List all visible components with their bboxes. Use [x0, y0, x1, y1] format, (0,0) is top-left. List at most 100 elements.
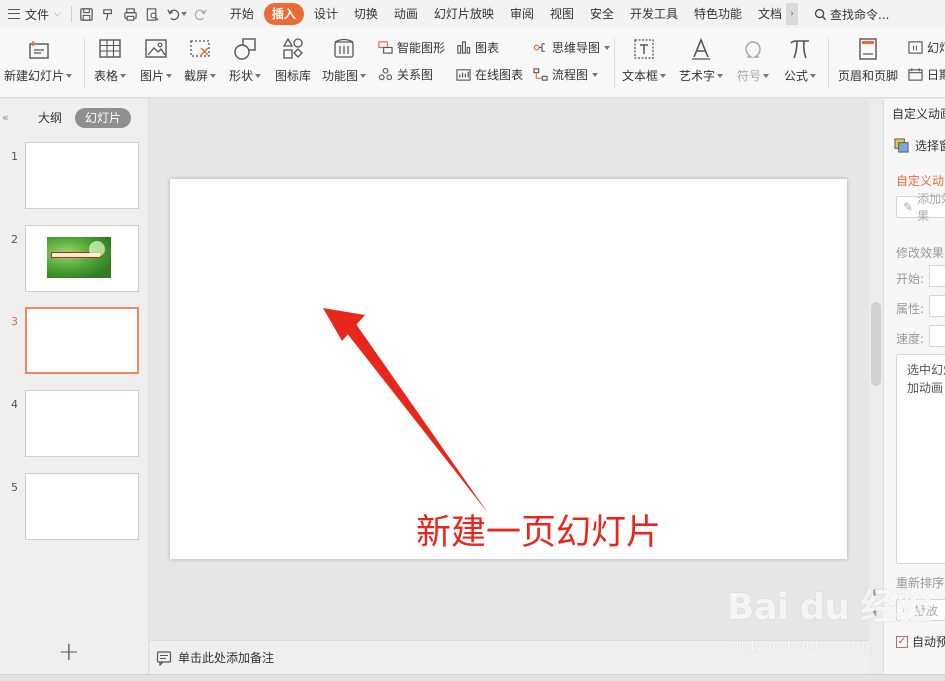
screenshot-button[interactable]: 截屏	[184, 36, 217, 84]
shape-button[interactable]: 形状	[229, 36, 262, 84]
speed-dropdown[interactable]	[929, 325, 945, 347]
format-painter-button[interactable]	[98, 3, 120, 25]
textbox-button[interactable]: 文本框	[622, 36, 667, 84]
header-footer-icon	[859, 38, 877, 60]
add-slide-button[interactable]: +	[58, 639, 80, 665]
tab-design[interactable]: 设计	[306, 3, 346, 25]
slide-number: 5	[11, 481, 18, 494]
wordart-button[interactable]: 艺术字	[679, 36, 724, 84]
new-slide-button[interactable]: 新建幻灯片	[4, 36, 73, 84]
tab-outline[interactable]: 大纲	[28, 108, 72, 128]
tab-insert[interactable]: 插入	[263, 3, 304, 25]
select-pane-button[interactable]: 选择窗格	[894, 137, 945, 154]
shape-label: 形状	[229, 69, 254, 83]
chevron-down-icon	[360, 73, 367, 78]
chevron-down-icon	[763, 73, 770, 78]
slide-panel: « 大纲 幻灯片 1 2 3 4 5 +	[0, 99, 149, 674]
tab-view[interactable]: 视图	[542, 3, 582, 25]
function-chart-button[interactable]: 功能图	[322, 36, 367, 84]
symbol-label: 符号	[737, 69, 762, 83]
menu-bar: 文件 ⌵ 开始 插入 设计 切换 动画 幻灯片放映 审阅 视图 安全 开发工具 …	[0, 0, 945, 28]
save-button[interactable]	[76, 3, 98, 25]
wordart-label: 艺术字	[679, 69, 716, 83]
select-pane-icon	[894, 138, 909, 153]
new-slide-label: 新建幻灯片	[4, 69, 65, 83]
slide-number-button[interactable]: 幻灯	[908, 39, 945, 56]
flowchart-icon	[533, 68, 548, 81]
redo-button[interactable]	[190, 3, 212, 25]
command-search[interactable]: 查找命令...	[798, 6, 889, 23]
tab-transitions[interactable]: 切换	[346, 3, 386, 25]
function-chart-icon	[334, 38, 354, 58]
redo-icon	[195, 9, 208, 20]
current-slide[interactable]: 新建一页幻灯片	[170, 179, 847, 559]
chevron-down-icon	[604, 45, 611, 50]
smart-art-icon	[378, 41, 393, 54]
annotation-text: 新建一页幻灯片	[416, 513, 662, 553]
file-menu-button[interactable]: 文件 ⌵	[0, 0, 67, 28]
add-effect-button[interactable]: ✎ 添加效果	[896, 192, 945, 223]
start-dropdown[interactable]	[929, 265, 945, 287]
tab-animation[interactable]: 动画	[386, 3, 426, 25]
mind-map-button[interactable]: 思维导图	[533, 39, 611, 56]
screenshot-label: 截屏	[184, 69, 209, 83]
relation-chart-button[interactable]: 关系图	[378, 66, 433, 83]
table-label: 表格	[94, 69, 119, 83]
picture-button[interactable]: 图片	[140, 36, 173, 84]
table-icon	[99, 39, 121, 58]
function-chart-label: 功能图	[322, 69, 359, 83]
tab-security[interactable]: 安全	[582, 3, 622, 25]
online-chart-button[interactable]: 在线图表	[456, 66, 523, 83]
relation-chart-label: 关系图	[397, 68, 434, 82]
slide-thumbnail-2[interactable]	[25, 225, 139, 292]
icon-library-button[interactable]: 图标库	[275, 36, 311, 84]
slide-number-label: 幻灯	[927, 41, 945, 55]
animation-hint-line2: 加动画	[907, 381, 944, 395]
property-label: 属性:	[896, 302, 925, 316]
slide-thumbnail-4[interactable]	[25, 390, 139, 457]
animation-hint-line1: 选中幻灯	[907, 363, 945, 377]
smart-art-label: 智能图形	[397, 41, 446, 55]
chevron-down-icon	[66, 73, 73, 78]
slide-thumbnail-3[interactable]	[25, 307, 139, 374]
header-footer-button[interactable]: 页眉和页脚	[838, 36, 898, 84]
tab-slides[interactable]: 幻灯片	[75, 108, 132, 128]
menu-separator	[70, 6, 72, 22]
tab-document[interactable]: 文档	[750, 3, 784, 25]
chevron-down-icon	[255, 73, 262, 78]
tab-special-features[interactable]: 特色功能	[686, 3, 750, 25]
picture-label: 图片	[140, 69, 165, 83]
slide-thumbnail-1[interactable]	[25, 142, 139, 209]
textbox-label: 文本框	[622, 69, 659, 83]
relation-icon	[378, 67, 393, 81]
more-tabs-button[interactable]: ›	[786, 3, 799, 25]
animation-list[interactable]: 选中幻灯 加动画	[896, 354, 945, 564]
watermark-logo: Bai du 经验	[727, 587, 932, 628]
header-footer-label: 页眉和页脚	[838, 69, 899, 83]
formula-button[interactable]: 公式	[784, 36, 817, 84]
tab-developer[interactable]: 开发工具	[622, 3, 686, 25]
slide-thumbnail-5[interactable]	[25, 473, 139, 540]
property-dropdown[interactable]	[929, 295, 945, 317]
flowchart-button[interactable]: 流程图	[533, 66, 599, 83]
undo-button[interactable]	[164, 3, 190, 25]
chart-button[interactable]: 图表	[456, 39, 499, 56]
print-preview-button[interactable]	[142, 3, 164, 25]
symbol-button[interactable]: 符号	[737, 36, 770, 84]
date-time-label: 日期	[927, 68, 945, 82]
date-time-button[interactable]: 日期	[908, 66, 945, 83]
tab-slideshow[interactable]: 幻灯片放映	[426, 3, 502, 25]
smart-art-button[interactable]: 智能图形	[378, 39, 445, 56]
collapse-panel-icon[interactable]: «	[2, 111, 9, 124]
scrollbar-thumb[interactable]	[871, 302, 881, 386]
hamburger-icon	[8, 9, 20, 19]
tab-review[interactable]: 审阅	[502, 3, 542, 25]
chevron-down-icon	[592, 72, 599, 77]
wordart-icon	[692, 37, 710, 60]
slide-thumbnail-caption	[51, 252, 101, 258]
print-button[interactable]	[120, 3, 142, 25]
select-pane-label: 选择窗格	[915, 139, 945, 153]
table-button[interactable]: 表格	[94, 36, 127, 84]
tab-home[interactable]: 开始	[222, 3, 262, 25]
pencil-icon: ✎	[903, 200, 914, 214]
